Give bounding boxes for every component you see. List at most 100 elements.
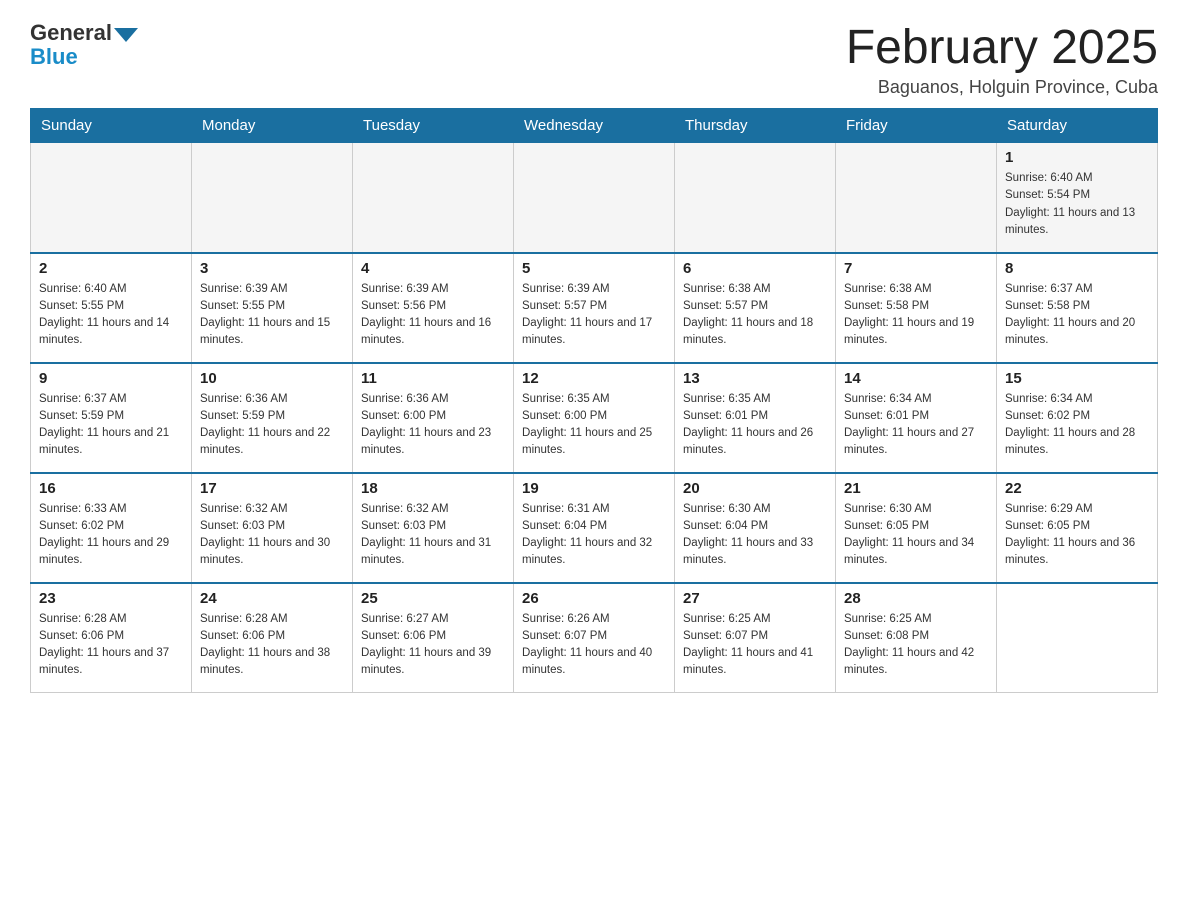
logo-arrow-icon bbox=[114, 28, 138, 42]
day-info: Sunrise: 6:28 AMSunset: 6:06 PMDaylight:… bbox=[39, 611, 183, 680]
day-info: Sunrise: 6:25 AMSunset: 6:07 PMDaylight:… bbox=[683, 611, 827, 680]
logo: General Blue bbox=[30, 20, 138, 70]
calendar-cell: 26 Sunrise: 6:26 AMSunset: 6:07 PMDayligh… bbox=[514, 583, 675, 693]
day-number: 18 bbox=[361, 480, 505, 497]
day-number: 6 bbox=[683, 260, 827, 277]
day-info: Sunrise: 6:35 AMSunset: 6:01 PMDaylight:… bbox=[683, 391, 827, 460]
week-row-3: 9 Sunrise: 6:37 AMSunset: 5:59 PMDaylight… bbox=[31, 363, 1158, 473]
calendar-table: SundayMondayTuesdayWednesdayThursdayFrid… bbox=[30, 108, 1158, 693]
calendar-cell: 11Sunrise: 6:36 AMSunset: 6:00 PMDayligh… bbox=[353, 363, 514, 473]
calendar-cell: 16Sunrise: 6:33 AMSunset: 6:02 PMDayligh… bbox=[31, 473, 192, 583]
calendar-cell bbox=[31, 143, 192, 253]
location-text: Baguanos, Holguin Province, Cuba bbox=[846, 77, 1158, 98]
day-number: 24 bbox=[200, 590, 344, 607]
day-number: 27 bbox=[683, 590, 827, 607]
week-row-1: 1 Sunrise: 6:40 AMSunset: 5:54 PMDaylight… bbox=[31, 143, 1158, 253]
calendar-cell: 2Sunrise: 6:40 AMSunset: 5:55 PMDaylight… bbox=[31, 253, 192, 363]
weekday-header-row: SundayMondayTuesdayWednesdayThursdayFrid… bbox=[31, 109, 1158, 143]
day-info: Sunrise: 6:25 AMSunset: 6:08 PMDaylight:… bbox=[844, 611, 988, 680]
day-number: 12 bbox=[522, 370, 666, 387]
weekday-header-sunday: Sunday bbox=[31, 109, 192, 143]
day-number: 15 bbox=[1005, 370, 1149, 387]
calendar-cell: 17 Sunrise: 6:32 AMSunset: 6:03 PMDayligh… bbox=[192, 473, 353, 583]
day-info: Sunrise: 6:40 AMSunset: 5:54 PMDaylight:… bbox=[1005, 170, 1149, 239]
calendar-cell: 6Sunrise: 6:38 AMSunset: 5:57 PMDaylight… bbox=[675, 253, 836, 363]
calendar-cell bbox=[192, 143, 353, 253]
calendar-cell: 19 Sunrise: 6:31 AMSunset: 6:04 PMDayligh… bbox=[514, 473, 675, 583]
day-info: Sunrise: 6:36 AMSunset: 5:59 PMDaylight:… bbox=[200, 391, 344, 460]
day-info: Sunrise: 6:34 AMSunset: 6:02 PMDaylight:… bbox=[1005, 391, 1149, 460]
calendar-cell: 13 Sunrise: 6:35 AMSunset: 6:01 PMDayligh… bbox=[675, 363, 836, 473]
weekday-header-saturday: Saturday bbox=[997, 109, 1158, 143]
day-info: Sunrise: 6:31 AMSunset: 6:04 PMDaylight:… bbox=[522, 501, 666, 570]
calendar-cell: 15 Sunrise: 6:34 AMSunset: 6:02 PMDayligh… bbox=[997, 363, 1158, 473]
day-number: 23 bbox=[39, 590, 183, 607]
day-number: 28 bbox=[844, 590, 988, 607]
day-info: Sunrise: 6:30 AMSunset: 6:04 PMDaylight:… bbox=[683, 501, 827, 570]
day-info: Sunrise: 6:39 AMSunset: 5:55 PMDaylight:… bbox=[200, 281, 344, 350]
day-info: Sunrise: 6:33 AMSunset: 6:02 PMDaylight:… bbox=[39, 501, 183, 570]
day-info: Sunrise: 6:26 AMSunset: 6:07 PMDaylight:… bbox=[522, 611, 666, 680]
calendar-cell: 7 Sunrise: 6:38 AMSunset: 5:58 PMDaylight… bbox=[836, 253, 997, 363]
page-header: General Blue February 2025 Baguanos, Hol… bbox=[30, 20, 1158, 98]
calendar-cell: 1 Sunrise: 6:40 AMSunset: 5:54 PMDaylight… bbox=[997, 143, 1158, 253]
day-info: Sunrise: 6:28 AMSunset: 6:06 PMDaylight:… bbox=[200, 611, 344, 680]
day-number: 17 bbox=[200, 480, 344, 497]
day-number: 19 bbox=[522, 480, 666, 497]
calendar-cell: 3Sunrise: 6:39 AMSunset: 5:55 PMDaylight… bbox=[192, 253, 353, 363]
calendar-cell: 18Sunrise: 6:32 AMSunset: 6:03 PMDayligh… bbox=[353, 473, 514, 583]
month-title: February 2025 bbox=[846, 20, 1158, 75]
calendar-cell: 21 Sunrise: 6:30 AMSunset: 6:05 PMDayligh… bbox=[836, 473, 997, 583]
day-info: Sunrise: 6:37 AMSunset: 5:59 PMDaylight:… bbox=[39, 391, 183, 460]
calendar-cell: 9 Sunrise: 6:37 AMSunset: 5:59 PMDaylight… bbox=[31, 363, 192, 473]
day-info: Sunrise: 6:39 AMSunset: 5:57 PMDaylight:… bbox=[522, 281, 666, 350]
day-info: Sunrise: 6:27 AMSunset: 6:06 PMDaylight:… bbox=[361, 611, 505, 680]
day-number: 20 bbox=[683, 480, 827, 497]
logo-blue-text: Blue bbox=[30, 44, 78, 70]
calendar-cell: 8Sunrise: 6:37 AMSunset: 5:58 PMDaylight… bbox=[997, 253, 1158, 363]
week-row-5: 23 Sunrise: 6:28 AMSunset: 6:06 PMDayligh… bbox=[31, 583, 1158, 693]
day-info: Sunrise: 6:39 AMSunset: 5:56 PMDaylight:… bbox=[361, 281, 505, 350]
day-number: 25 bbox=[361, 590, 505, 607]
day-number: 14 bbox=[844, 370, 988, 387]
day-number: 21 bbox=[844, 480, 988, 497]
weekday-header-tuesday: Tuesday bbox=[353, 109, 514, 143]
calendar-cell: 23 Sunrise: 6:28 AMSunset: 6:06 PMDayligh… bbox=[31, 583, 192, 693]
weekday-header-thursday: Thursday bbox=[675, 109, 836, 143]
day-info: Sunrise: 6:34 AMSunset: 6:01 PMDaylight:… bbox=[844, 391, 988, 460]
day-info: Sunrise: 6:30 AMSunset: 6:05 PMDaylight:… bbox=[844, 501, 988, 570]
day-info: Sunrise: 6:38 AMSunset: 5:58 PMDaylight:… bbox=[844, 281, 988, 350]
calendar-cell: 20 Sunrise: 6:30 AMSunset: 6:04 PMDayligh… bbox=[675, 473, 836, 583]
calendar-cell: 10 Sunrise: 6:36 AMSunset: 5:59 PMDayligh… bbox=[192, 363, 353, 473]
day-number: 26 bbox=[522, 590, 666, 607]
calendar-cell: 22 Sunrise: 6:29 AMSunset: 6:05 PMDayligh… bbox=[997, 473, 1158, 583]
week-row-2: 2Sunrise: 6:40 AMSunset: 5:55 PMDaylight… bbox=[31, 253, 1158, 363]
day-info: Sunrise: 6:37 AMSunset: 5:58 PMDaylight:… bbox=[1005, 281, 1149, 350]
day-number: 7 bbox=[844, 260, 988, 277]
title-section: February 2025 Baguanos, Holguin Province… bbox=[846, 20, 1158, 98]
day-number: 5 bbox=[522, 260, 666, 277]
day-number: 1 bbox=[1005, 149, 1149, 166]
calendar-cell bbox=[997, 583, 1158, 693]
week-row-4: 16Sunrise: 6:33 AMSunset: 6:02 PMDayligh… bbox=[31, 473, 1158, 583]
weekday-header-wednesday: Wednesday bbox=[514, 109, 675, 143]
calendar-cell: 4 Sunrise: 6:39 AMSunset: 5:56 PMDaylight… bbox=[353, 253, 514, 363]
day-number: 2 bbox=[39, 260, 183, 277]
calendar-cell: 28 Sunrise: 6:25 AMSunset: 6:08 PMDayligh… bbox=[836, 583, 997, 693]
calendar-cell bbox=[514, 143, 675, 253]
day-number: 9 bbox=[39, 370, 183, 387]
day-number: 13 bbox=[683, 370, 827, 387]
day-number: 22 bbox=[1005, 480, 1149, 497]
weekday-header-friday: Friday bbox=[836, 109, 997, 143]
calendar-cell: 25 Sunrise: 6:27 AMSunset: 6:06 PMDayligh… bbox=[353, 583, 514, 693]
day-number: 4 bbox=[361, 260, 505, 277]
day-info: Sunrise: 6:32 AMSunset: 6:03 PMDaylight:… bbox=[200, 501, 344, 570]
day-number: 10 bbox=[200, 370, 344, 387]
calendar-cell: 14 Sunrise: 6:34 AMSunset: 6:01 PMDayligh… bbox=[836, 363, 997, 473]
day-number: 11 bbox=[361, 370, 505, 387]
weekday-header-monday: Monday bbox=[192, 109, 353, 143]
calendar-cell: 24 Sunrise: 6:28 AMSunset: 6:06 PMDayligh… bbox=[192, 583, 353, 693]
day-info: Sunrise: 6:29 AMSunset: 6:05 PMDaylight:… bbox=[1005, 501, 1149, 570]
calendar-cell bbox=[836, 143, 997, 253]
calendar-cell bbox=[675, 143, 836, 253]
